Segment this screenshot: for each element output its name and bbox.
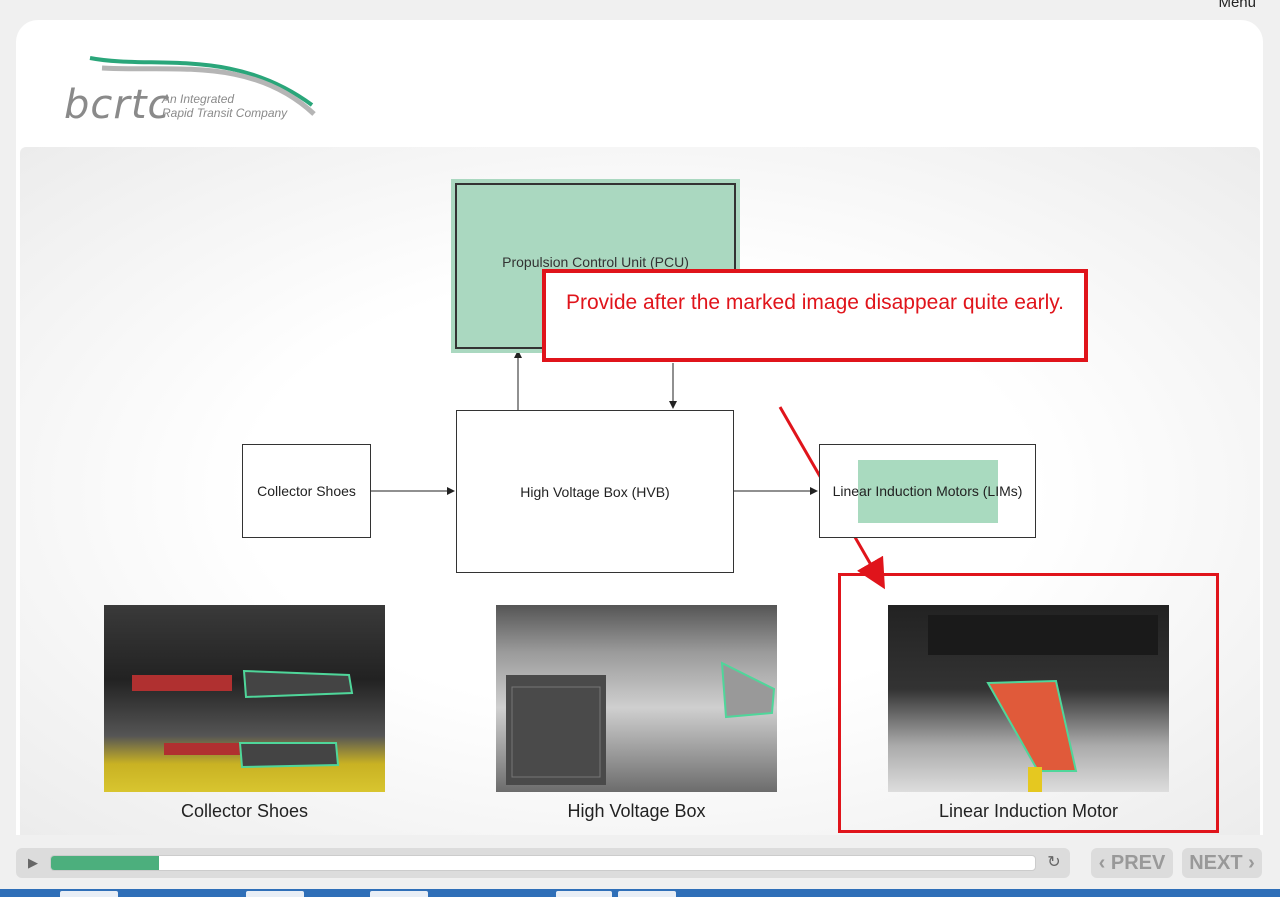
hvb-outline [506,661,776,785]
hvb-box: High Voltage Box (HVB) [456,410,734,573]
annotation-callout: Provide after the marked image disappear… [542,269,1088,362]
collector-shoes-photo [104,605,385,792]
slide-stage: Propulsion Control Unit (PCU) High Volta… [20,147,1260,835]
next-button[interactable]: NEXT › [1182,848,1262,878]
logo-tagline-line1: An Integrated [162,92,235,106]
taskbar-item[interactable] [556,891,612,897]
taskbar-item[interactable] [618,891,676,897]
logo-tagline: An Integrated Rapid Transit Company [162,92,287,120]
play-icon[interactable]: ▶ [24,854,42,872]
photo-caption: Collector Shoes [180,801,309,821]
lim-outline [928,615,1158,792]
progress-fill [51,856,160,870]
prev-button[interactable]: ‹ PREV [1091,848,1173,878]
taskbar-item[interactable] [370,891,428,897]
content-card: bcrtc An Integrated Rapid Transit Compan… [16,20,1263,835]
pcu-label: Propulsion Control Unit (PCU) [502,254,689,270]
taskbar-item[interactable] [60,891,118,897]
collector-shoes-outline [132,669,354,769]
taskbar-item[interactable] [246,891,304,897]
menu-link[interactable]: Menu [1218,0,1256,11]
progress-track[interactable] [50,855,1036,871]
hvb-photo [496,605,777,792]
photo-caption: High Voltage Box [567,801,706,821]
lim-photo [888,605,1169,792]
lim-label: Linear Induction Motors (LIMs) [832,483,1023,499]
logo-wordmark: bcrtc [64,82,171,128]
collector-shoes-label: Collector Shoes [257,483,356,499]
logo-tagline-line2: Rapid Transit Company [162,106,288,120]
hvb-label: High Voltage Box (HVB) [520,483,670,500]
photo-caption: Linear Induction Motor [938,801,1119,821]
bcrtc-logo: bcrtc An Integrated Rapid Transit Compan… [62,50,322,130]
replay-icon[interactable]: ↻ [1044,853,1064,873]
playback-bar: ▶ ↻ [16,848,1070,878]
collector-shoes-box: Collector Shoes [242,444,371,538]
lim-box: Linear Induction Motors (LIMs) [819,444,1036,538]
